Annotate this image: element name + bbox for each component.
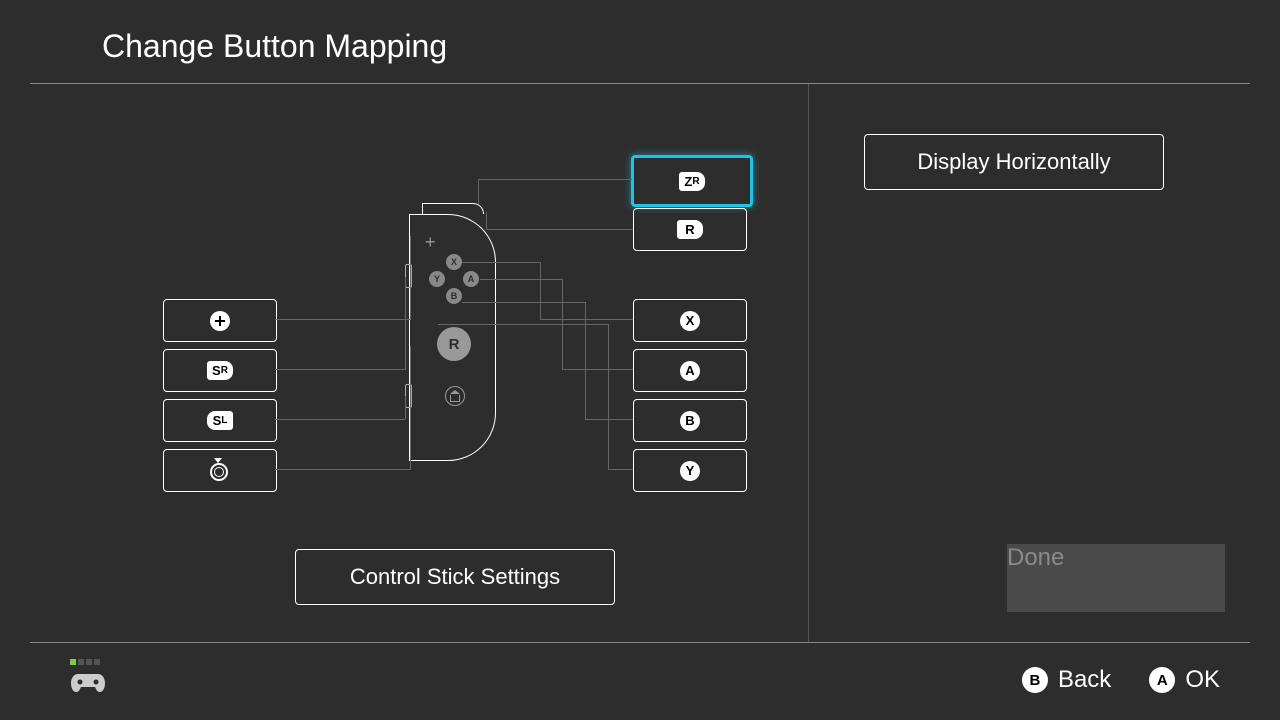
map-plus-button[interactable] (163, 299, 277, 342)
connector (478, 179, 632, 180)
connector (410, 346, 411, 470)
back-label: Back (1058, 666, 1111, 694)
connector (608, 469, 633, 470)
mapping-area: SR SL ZR R X A B Y (0, 84, 808, 642)
connector (480, 279, 562, 280)
footer: B Back A OK (30, 642, 1250, 717)
main: SR SL ZR R X A B Y (0, 84, 1280, 642)
x-label: X (680, 311, 700, 331)
control-stick-label: Control Stick Settings (350, 564, 560, 590)
player-indicator (70, 659, 106, 701)
connector (275, 419, 405, 420)
connector (608, 324, 609, 469)
y-label: Y (680, 461, 700, 481)
control-stick-settings-button[interactable]: Control Stick Settings (295, 549, 615, 605)
connector (540, 262, 541, 319)
done-button[interactable]: Done (1007, 544, 1225, 612)
connector (462, 262, 540, 263)
controller-icon (70, 669, 106, 701)
connector (405, 277, 406, 370)
connector (462, 302, 585, 303)
joycon-shoulder (422, 203, 484, 214)
player-dot-2 (78, 659, 84, 665)
connector (438, 324, 608, 325)
footer-actions: B Back A OK (1022, 666, 1220, 694)
joycon-diagram: + X Y A B R (413, 214, 495, 459)
ok-label: OK (1185, 666, 1220, 694)
zr-label: ZR (679, 172, 705, 191)
b-label: B (680, 411, 700, 431)
joycon-stick: R (437, 327, 471, 361)
sr-label: SR (207, 361, 233, 380)
page-title: Change Button Mapping (102, 28, 1250, 65)
stick-press-icon (210, 461, 230, 481)
connector (405, 396, 406, 419)
connector (562, 369, 633, 370)
connector (486, 212, 487, 229)
display-horizontally-button[interactable]: Display Horizontally (864, 134, 1164, 190)
a-button-icon: A (1149, 667, 1175, 693)
display-horizontally-label: Display Horizontally (917, 149, 1110, 175)
connector (478, 179, 479, 204)
done-label: Done (1007, 544, 1064, 571)
connector (540, 319, 633, 320)
connector (486, 229, 633, 230)
player-dots (70, 659, 106, 665)
connector (275, 319, 410, 320)
map-zr-button[interactable]: ZR (631, 155, 753, 207)
back-hint: B Back (1022, 666, 1111, 694)
joycon-b: B (446, 288, 462, 304)
home-icon (445, 386, 465, 406)
map-stick-press-button[interactable] (163, 449, 277, 492)
map-y-button[interactable]: Y (633, 449, 747, 492)
side-panel: Display Horizontally Done (808, 84, 1280, 642)
plus-icon (210, 311, 230, 331)
map-x-button[interactable]: X (633, 299, 747, 342)
map-sl-button[interactable]: SL (163, 399, 277, 442)
player-dot-3 (86, 659, 92, 665)
connector (410, 236, 411, 320)
connector (275, 369, 405, 370)
connector (585, 419, 633, 420)
a-label: A (680, 361, 700, 381)
header: Change Button Mapping (30, 0, 1250, 84)
joycon-y: Y (429, 271, 445, 287)
map-b-button[interactable]: B (633, 399, 747, 442)
r-label: R (677, 220, 703, 239)
sl-label: SL (207, 411, 233, 430)
map-r-button[interactable]: R (633, 208, 747, 251)
b-button-icon: B (1022, 667, 1048, 693)
ok-hint: A OK (1149, 666, 1220, 694)
connector (585, 302, 586, 419)
joycon-a: A (463, 271, 479, 287)
player-dot-1 (70, 659, 76, 665)
connector (275, 469, 410, 470)
player-dot-4 (94, 659, 100, 665)
joycon-x: X (446, 254, 462, 270)
joycon-plus-icon: + (425, 232, 436, 253)
map-sr-button[interactable]: SR (163, 349, 277, 392)
map-a-button[interactable]: A (633, 349, 747, 392)
